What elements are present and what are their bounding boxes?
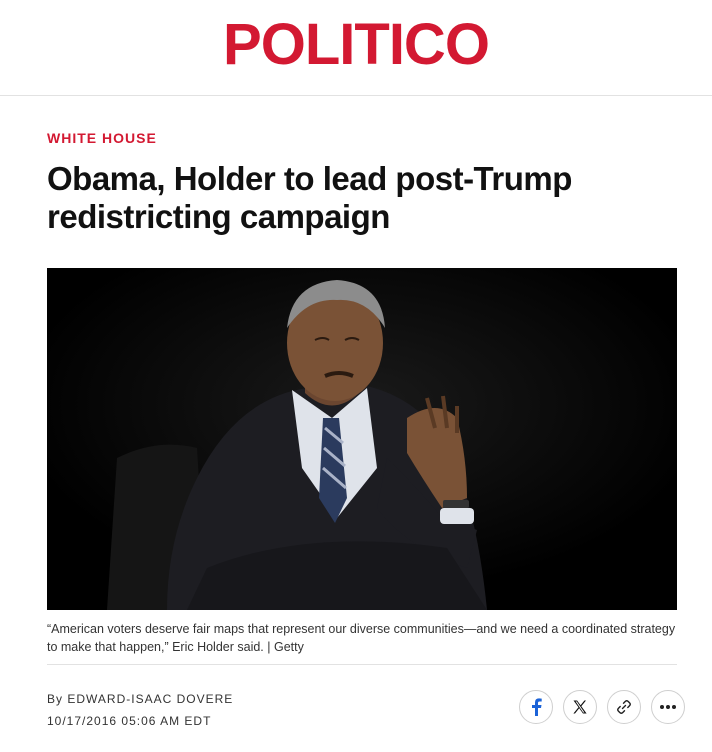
x-icon [573, 700, 587, 714]
facebook-icon [532, 698, 542, 716]
byline: By EDWARD-ISAAC DOVERE [47, 692, 233, 706]
more-icon [660, 705, 676, 709]
facebook-share-button[interactable] [519, 690, 553, 724]
image-caption: “American voters deserve fair maps that … [47, 622, 676, 654]
divider [47, 664, 677, 665]
politico-logo[interactable]: POLITICO [223, 15, 490, 74]
publish-timestamp: 10/17/2016 05:06 AM EDT [47, 714, 212, 728]
site-header: POLITICO [0, 0, 712, 96]
section-link[interactable]: WHITE HOUSE [47, 130, 157, 146]
copy-link-button[interactable] [607, 690, 641, 724]
article-headline: Obama, Holder to lead post-Trump redistr… [47, 160, 572, 235]
more-share-button[interactable] [651, 690, 685, 724]
author-link[interactable]: EDWARD-ISAAC DOVERE [67, 692, 233, 706]
share-tools [519, 690, 685, 724]
article-hero-image [47, 268, 677, 610]
link-icon [617, 700, 631, 714]
byline-prefix: By [47, 692, 64, 706]
x-share-button[interactable] [563, 690, 597, 724]
holder-portrait-image [47, 268, 677, 610]
